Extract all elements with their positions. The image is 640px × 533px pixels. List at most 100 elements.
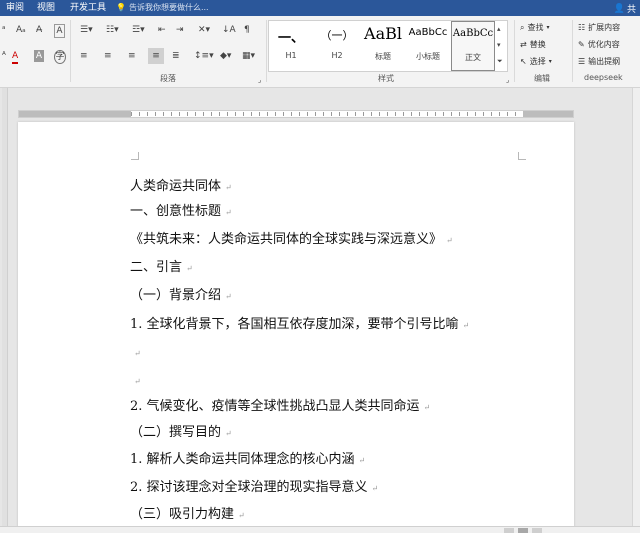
read-mode-view-button[interactable] — [504, 528, 514, 533]
justify-icon[interactable]: ≡ — [148, 48, 164, 64]
style-subtitle[interactable]: AaBbCc 小标题 — [405, 21, 451, 71]
chevron-down-icon: ▾ — [548, 58, 552, 65]
doc-line[interactable]: （二）撰写目的 ↵ — [130, 424, 232, 442]
find-button[interactable]: ⌕ 查找 ▾ — [520, 22, 550, 33]
doc-line[interactable]: 一、创意性标题 ↵ — [130, 203, 232, 221]
align-center-icon[interactable]: ≡ — [104, 50, 112, 62]
doc-line[interactable]: 人类命运共同体 ↵ — [130, 178, 232, 196]
char-shading-icon[interactable]: A — [34, 50, 44, 62]
doc-line[interactable]: 二、引言 ↵ — [130, 259, 193, 277]
share-button[interactable]: 👤 共 — [614, 2, 636, 16]
paragraph-mark-icon: ↵ — [134, 349, 141, 358]
styles-group-label: 样式 — [378, 74, 394, 83]
optimize-label: 优化内容 — [587, 40, 620, 49]
style-normal[interactable]: AaBbCc 正文 — [451, 21, 495, 71]
styles-launcher-icon[interactable]: ⌟ — [506, 74, 509, 86]
paragraph-mark-icon: ↵ — [225, 292, 232, 301]
style-normal-name: 正文 — [465, 53, 481, 62]
status-bar — [0, 526, 640, 533]
borders-icon[interactable]: ▦▾ — [242, 50, 255, 62]
doc-line[interactable]: 2. 探讨该理念对全球治理的现实指导意义 ↵ — [130, 479, 378, 497]
tab-review[interactable]: 审阅 — [6, 3, 24, 13]
separator — [266, 20, 267, 82]
print-layout-view-button[interactable] — [518, 528, 528, 533]
clear-format-icon[interactable]: A̶ — [36, 24, 42, 36]
distribute-icon[interactable]: ≣ — [172, 50, 180, 62]
expand-content-button[interactable]: ☷ 扩展内容 — [578, 22, 620, 33]
doc-line[interactable]: （一）背景介绍 ↵ — [130, 287, 232, 305]
bullets-icon[interactable]: ☰▾ — [80, 24, 93, 36]
align-right-icon[interactable]: ≡ — [128, 50, 136, 62]
paragraph-mark-icon: ↵ — [186, 264, 193, 273]
chevron-down-icon: ▾ — [546, 24, 550, 31]
numbering-icon[interactable]: ☷▾ — [106, 24, 119, 36]
separator — [514, 20, 515, 82]
paragraph-mark-icon: ↵ — [238, 511, 245, 520]
vertical-scrollbar[interactable] — [632, 88, 640, 533]
expand-label: 扩展内容 — [588, 23, 621, 32]
sort-icon[interactable]: ↓A — [222, 24, 236, 36]
line-spacing-icon[interactable]: ↕≡▾ — [194, 50, 214, 62]
find-label: 查找 — [527, 23, 544, 32]
ribbon-tab-bar: 审阅 视图 开发工具 💡 告诉我你想要做什么... 👤 共 — [0, 0, 640, 16]
search-icon: ⌕ — [520, 22, 525, 32]
style-subtitle-name: 小标题 — [416, 52, 440, 61]
chinese-layout-icon[interactable]: ✕▾ — [198, 24, 210, 36]
doc-line[interactable]: 1. 解析人类命运共同体理念的核心内涵 ↵ — [130, 451, 365, 469]
shading-icon[interactable]: ◆▾ — [220, 50, 231, 62]
align-left-icon[interactable]: ≡ — [80, 50, 88, 62]
cursor-icon: ↖ — [520, 57, 527, 66]
lightbulb-icon: 💡 — [116, 3, 126, 12]
expand-icon: ☷ — [578, 23, 586, 32]
style-title-name: 标题 — [375, 52, 391, 61]
doc-line[interactable]: ↵ — [130, 372, 141, 390]
text-effects-icon[interactable]: ᴬ — [2, 50, 6, 62]
style-h2-preview: （一） — [320, 29, 354, 42]
increase-indent-icon[interactable]: ⇥ — [176, 24, 184, 36]
doc-line[interactable]: 1. 全球化背景下，各国相互依存度加深，要带个引号比喻 ↵ — [130, 316, 469, 334]
optimize-icon: ✎ — [578, 40, 585, 49]
replace-icon: ⇄ — [520, 40, 527, 49]
paragraph-mark-icon: ↵ — [225, 208, 232, 217]
char-border-icon[interactable]: A — [54, 24, 65, 38]
font-color-icon[interactable]: A — [12, 50, 19, 64]
gallery-up-icon[interactable]: ▴ — [497, 23, 501, 35]
ext-group-label: deepseek — [584, 73, 623, 82]
gallery-more-icon[interactable]: ⏷ — [497, 55, 503, 67]
enclose-char-icon[interactable]: 字 — [54, 50, 66, 64]
font-size-icon[interactable]: ᵃ — [2, 24, 6, 36]
style-subtitle-preview: AaBbCc — [408, 27, 448, 38]
paragraph-mark-icon: ↵ — [462, 321, 470, 330]
web-layout-view-button[interactable] — [532, 528, 542, 533]
doc-line[interactable]: （三）吸引力构建 ↵ — [130, 506, 245, 524]
outline-icon: ☰ — [578, 57, 586, 66]
gallery-down-icon[interactable]: ▾ — [497, 39, 501, 51]
doc-line[interactable]: 《共筑未来：人类命运共同体的全球实践与深远意义》 ↵ — [130, 231, 453, 249]
tab-developer[interactable]: 开发工具 — [70, 3, 106, 13]
replace-button[interactable]: ⇄ 替换 — [520, 39, 546, 50]
style-h1[interactable]: 一、 H1 — [269, 21, 313, 71]
output-outline-button[interactable]: ☰ 输出提纲 — [578, 56, 620, 67]
paragraph-mark-icon: ↵ — [225, 429, 232, 438]
change-case-icon[interactable]: Aₐ — [16, 24, 26, 36]
decrease-indent-icon[interactable]: ⇤ — [158, 24, 166, 36]
style-h2-name: H2 — [331, 51, 343, 60]
tab-view[interactable]: 视图 — [37, 3, 55, 13]
select-button[interactable]: ↖ 选择 ▾ — [520, 56, 552, 67]
show-marks-icon[interactable]: ¶ — [244, 24, 250, 36]
horizontal-ruler[interactable] — [18, 110, 574, 118]
editing-group-label: 编辑 — [534, 74, 550, 83]
style-h1-preview: 一、 — [277, 31, 304, 46]
style-title[interactable]: AaBl 标题 — [361, 21, 405, 71]
optimize-content-button[interactable]: ✎ 优化内容 — [578, 39, 620, 50]
multilevel-list-icon[interactable]: ☲▾ — [132, 24, 145, 36]
paragraph-launcher-icon[interactable]: ⌟ — [258, 74, 261, 86]
style-h2[interactable]: （一） H2 — [315, 21, 359, 71]
ruler-ticks — [131, 112, 523, 116]
vertical-ruler — [2, 88, 8, 533]
tell-me-box[interactable]: 💡 告诉我你想要做什么... — [116, 2, 209, 13]
doc-line[interactable]: ↵ — [130, 344, 141, 362]
document-page[interactable]: 人类命运共同体 ↵ 一、创意性标题 ↵ 《共筑未来：人类命运共同体的全球实践与深远意… — [18, 122, 574, 533]
share-label: 共 — [626, 5, 636, 15]
doc-line[interactable]: 2. 气候变化、疫情等全球性挑战凸显人类共同命运 ↵ — [130, 398, 430, 416]
